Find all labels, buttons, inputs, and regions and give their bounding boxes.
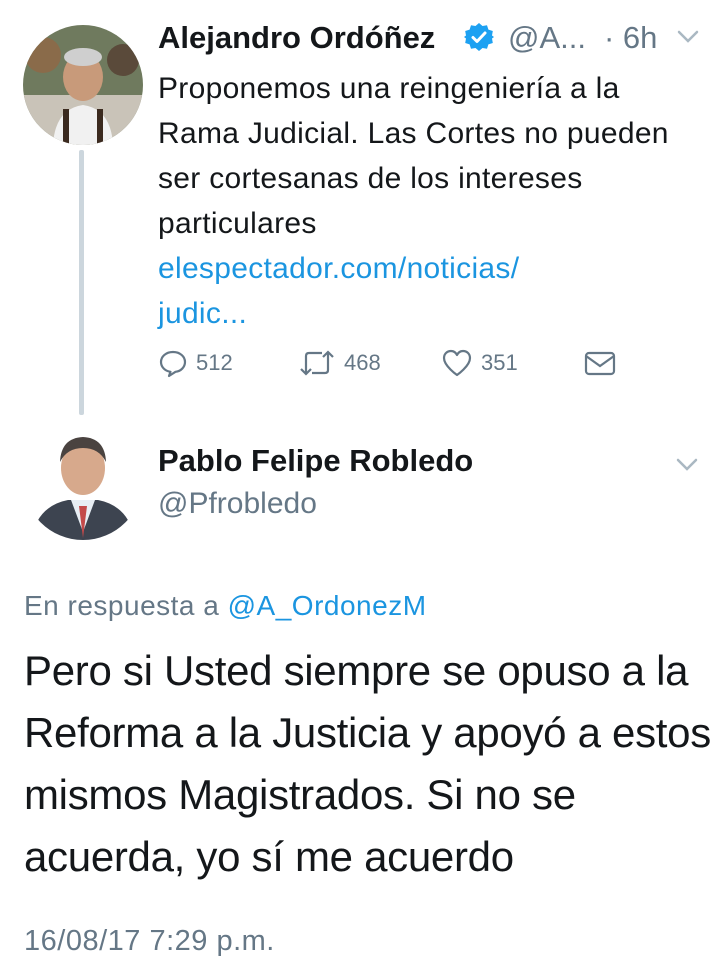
like-icon bbox=[442, 349, 472, 377]
chevron-down-icon[interactable] bbox=[676, 458, 698, 477]
reply-context: En respuesta a @A_OrdonezM bbox=[24, 590, 427, 622]
like-button[interactable]: 351 bbox=[441, 348, 518, 378]
avatar-pablo[interactable] bbox=[23, 420, 143, 540]
retweet-icon bbox=[300, 350, 334, 376]
tweet1-author-name[interactable]: Alejandro Ordóñez bbox=[158, 20, 435, 56]
tweet1-link-line2[interactable]: judic... bbox=[158, 291, 698, 336]
tweet1-time: · 6h bbox=[604, 20, 658, 55]
reply-count: 512 bbox=[196, 350, 233, 375]
reply-mention-link[interactable]: @A_OrdonezM bbox=[228, 590, 427, 621]
tweet2-author-name[interactable]: Pablo Felipe Robledo bbox=[158, 443, 473, 479]
reply-prefix: En respuesta a bbox=[24, 590, 228, 621]
avatar-alejandro[interactable] bbox=[23, 25, 143, 145]
tweet2-body: Pero si Usted siempre se opuso a la Refo… bbox=[24, 647, 711, 880]
like-count: 351 bbox=[481, 350, 518, 375]
thread-line bbox=[79, 150, 84, 415]
direct-message-icon bbox=[584, 351, 616, 376]
retweet-count: 468 bbox=[344, 350, 381, 375]
reply-icon bbox=[159, 350, 187, 378]
direct-message-button[interactable] bbox=[583, 348, 617, 378]
tweet1-text: Proponemos una reingeniería a la Rama Ju… bbox=[158, 72, 669, 240]
tweet2-author-handle[interactable]: @Pfrobledo bbox=[158, 487, 317, 521]
tweet1-header: Alejandro Ordóñez @A... · 6h bbox=[158, 20, 703, 60]
tweet1-body: Proponemos una reingeniería a la Rama Ju… bbox=[158, 66, 698, 336]
chevron-down-icon[interactable] bbox=[677, 30, 699, 49]
tweet1-author-handle[interactable]: @A... bbox=[508, 20, 586, 56]
tweet2-timestamp[interactable]: 16/08/17 7:29 p.m. bbox=[24, 925, 275, 958]
tweet1-link-line1[interactable]: elespectador.com/noticias/ bbox=[158, 246, 698, 291]
retweet-button[interactable]: 468 bbox=[298, 348, 381, 378]
verified-badge-icon bbox=[464, 22, 494, 57]
reply-button[interactable]: 512 bbox=[158, 348, 233, 378]
